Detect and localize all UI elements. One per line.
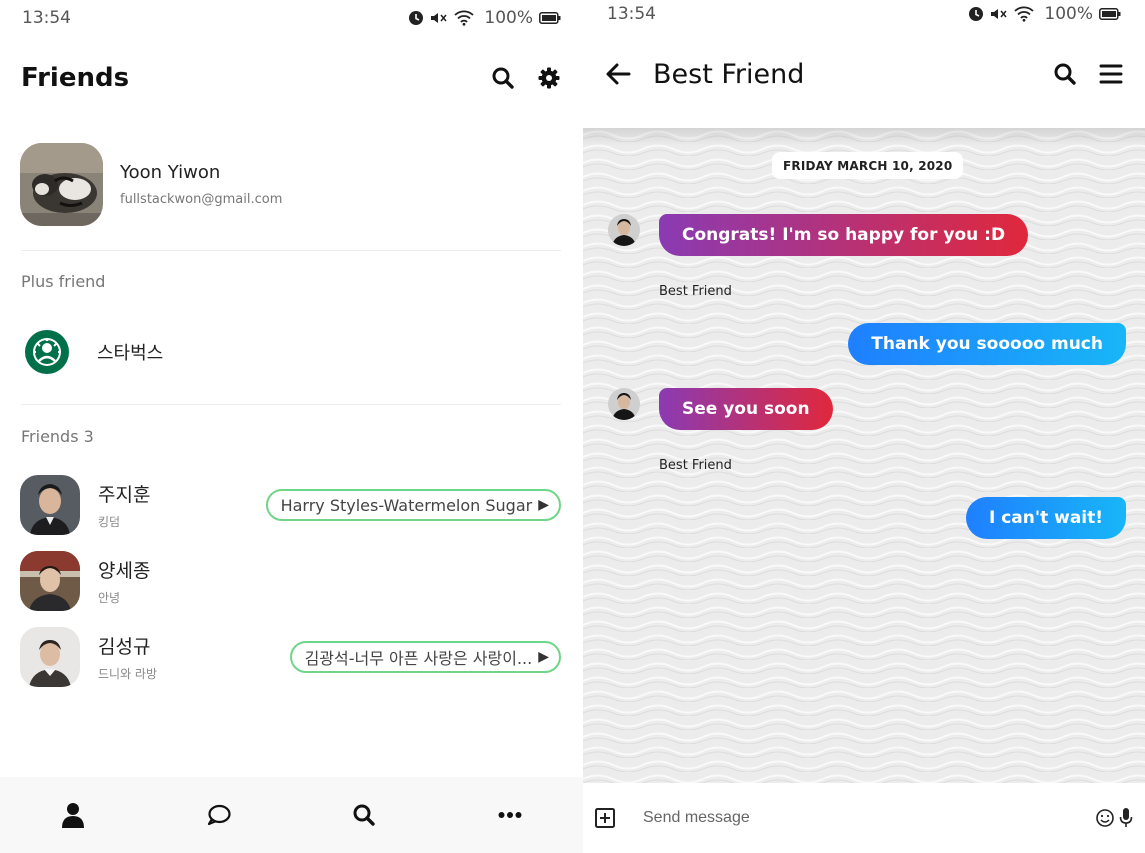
battery-percent: 100%: [484, 8, 533, 28]
profile-email: fullstackwon@gmail.com: [120, 192, 283, 207]
friends-header: Friends: [21, 56, 561, 100]
friend-item[interactable]: 주지훈 킹덤 Harry Styles-Watermelon Sugar ▶: [20, 475, 561, 535]
nav-chats[interactable]: [189, 785, 249, 845]
my-profile[interactable]: Yoon Yiwon fullstackwon@gmail.com: [20, 143, 282, 226]
status-icons: 100%: [408, 8, 561, 28]
person-icon: [61, 803, 84, 828]
friends-screen: 13:54 100% Friends Yoon Yiwon fullstackw…: [0, 0, 583, 853]
music-pill[interactable]: 김광석-너무 아픈 사랑은 사랑이... ▶: [289, 641, 561, 673]
date-separator: FRIDAY MARCH 10, 2020: [772, 152, 964, 179]
emoji-icon[interactable]: [1095, 808, 1115, 828]
menu-icon[interactable]: [1099, 63, 1123, 85]
avatar[interactable]: [608, 388, 640, 420]
status-icons: 100%: [968, 4, 1121, 24]
alarm-icon: [409, 11, 424, 25]
divider: [21, 404, 561, 405]
play-icon: ▶: [538, 649, 549, 665]
chat-header-left: Best Friend: [605, 59, 804, 90]
avatar: [20, 475, 80, 535]
message-sender: Best Friend: [659, 458, 732, 473]
message-bubble-outgoing[interactable]: I can't wait!: [965, 497, 1126, 539]
mute-icon: [431, 13, 447, 23]
friend-status-message: 안녕: [98, 591, 121, 605]
divider: [21, 250, 561, 251]
gear-icon[interactable]: [537, 66, 561, 90]
bottom-nav: [0, 777, 583, 853]
status-time: 13:54: [22, 8, 71, 28]
message-input[interactable]: [643, 809, 1095, 827]
nav-friends[interactable]: [43, 785, 103, 845]
search-icon: [353, 804, 376, 826]
chat-bubble-icon: [207, 804, 231, 826]
battery-icon: [1099, 8, 1121, 20]
mute-icon: [991, 9, 1007, 19]
friends-count-label: Friends 3: [21, 427, 94, 446]
nav-search[interactable]: [334, 785, 394, 845]
message-list[interactable]: FRIDAY MARCH 10, 2020 Congrats! I'm so h…: [583, 128, 1145, 783]
plus-friend-item[interactable]: 스타벅스: [24, 329, 163, 375]
message-bubble-incoming[interactable]: Congrats! I'm so happy for you :D: [659, 214, 1029, 256]
profile-name: Yoon Yiwon: [120, 162, 221, 183]
wifi-icon: [1014, 6, 1035, 22]
more-icon: [498, 812, 522, 818]
friend-text: 양세종 안녕: [98, 556, 561, 606]
message-sender: Best Friend: [659, 284, 732, 299]
message-bubble-outgoing[interactable]: Thank you sooooo much: [848, 323, 1126, 365]
status-bar: 13:54 100%: [0, 0, 583, 36]
header-actions: [491, 66, 561, 90]
chat-screen: 13:54 100% Best Friend FRIDAY MARCH 10, …: [583, 0, 1145, 853]
friend-name: 양세종: [98, 560, 151, 582]
music-title: Harry Styles-Watermelon Sugar: [280, 495, 533, 515]
battery-percent: 100%: [1044, 4, 1093, 24]
starbucks-logo-icon: [25, 330, 69, 374]
add-attachment-icon[interactable]: [595, 808, 615, 828]
friend-item[interactable]: 김성규 드니와 라방 김광석-너무 아픈 사랑은 사랑이... ▶: [20, 627, 561, 687]
avatar: [20, 143, 103, 226]
plus-friend-name: 스타벅스: [97, 343, 164, 364]
music-pill[interactable]: Harry Styles-Watermelon Sugar ▶: [265, 489, 561, 521]
chat-header-actions: [1053, 62, 1123, 86]
alarm-icon: [969, 7, 984, 21]
message-bubble-incoming[interactable]: See you soon: [659, 388, 833, 430]
page-title: Friends: [21, 63, 130, 93]
avatar[interactable]: [608, 214, 640, 246]
status-time: 13:54: [607, 4, 656, 24]
chat-header: Best Friend: [605, 52, 1123, 96]
nav-more[interactable]: [480, 785, 540, 845]
friend-item[interactable]: 양세종 안녕: [20, 551, 561, 611]
status-bar: 13:54 100%: [583, 0, 1145, 32]
music-title: 김광석-너무 아픈 사랑은 사랑이...: [304, 649, 533, 668]
chat-title: Best Friend: [653, 58, 805, 90]
composer-actions: [1095, 807, 1133, 829]
message-composer: [583, 783, 1145, 853]
back-arrow-icon[interactable]: [605, 62, 631, 86]
profile-info: Yoon Yiwon fullstackwon@gmail.com: [120, 162, 282, 207]
header-shadow: [583, 128, 1145, 146]
battery-icon: [539, 12, 561, 24]
avatar: [20, 551, 80, 611]
plus-friend-label: Plus friend: [21, 272, 106, 291]
microphone-icon[interactable]: [1119, 807, 1133, 829]
search-icon[interactable]: [491, 66, 515, 90]
wifi-icon: [454, 10, 475, 26]
play-icon: ▶: [538, 497, 549, 513]
avatar: [20, 627, 80, 687]
search-icon[interactable]: [1053, 62, 1077, 86]
